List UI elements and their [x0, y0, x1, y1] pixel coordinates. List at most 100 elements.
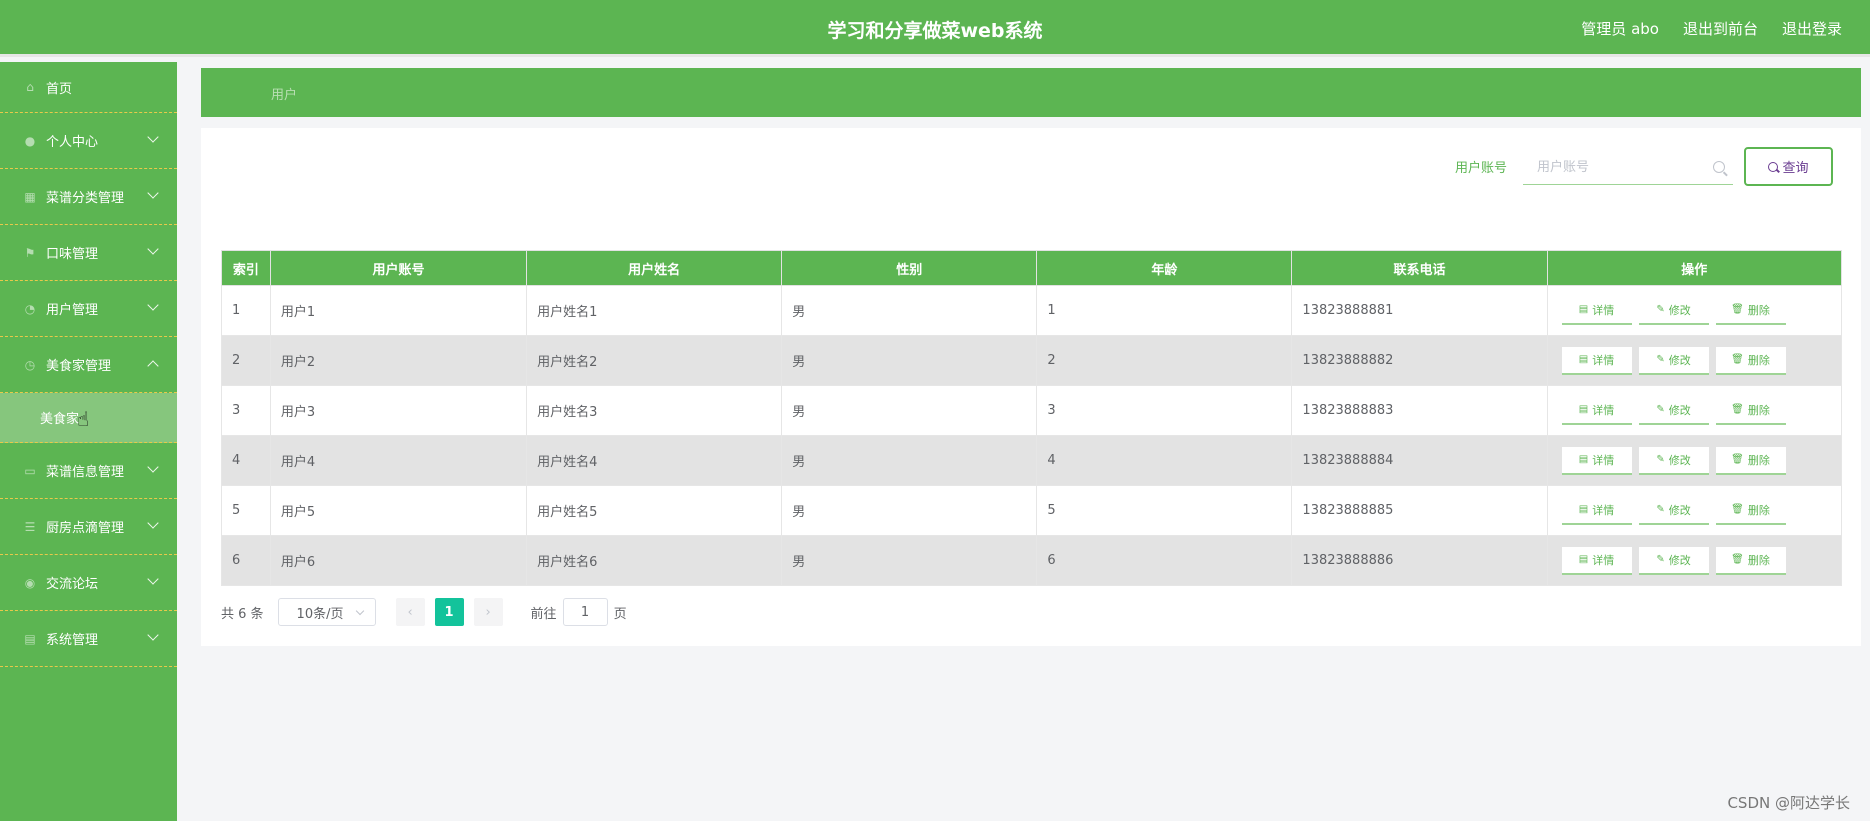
trash-icon: 🗑	[1731, 404, 1744, 415]
table-cell: 1	[221, 285, 271, 336]
delete-button[interactable]: 🗑 删除	[1715, 346, 1786, 375]
row-actions: ▤ 详情 ✎ 修改 🗑 删除	[1558, 296, 1841, 325]
row-actions: ▤ 详情 ✎ 修改 🗑 删除	[1558, 396, 1841, 425]
delete-button[interactable]: 🗑 删除	[1715, 446, 1786, 475]
detail-button-label: 详情	[1592, 303, 1615, 317]
detail-button[interactable]: ▤ 详情	[1561, 346, 1632, 375]
row-actions: ▤ 详情 ✎ 修改 🗑 删除	[1558, 346, 1841, 375]
table-cell: 用户5	[269, 485, 528, 536]
next-page-button[interactable]: ›	[473, 598, 503, 626]
detail-button[interactable]: ▤ 详情	[1561, 496, 1632, 525]
sidebar-item-home[interactable]: ⌂ 首页	[0, 62, 177, 113]
detail-button-label: 详情	[1592, 503, 1615, 517]
detail-button-label: 详情	[1592, 353, 1615, 367]
table-cell: 5	[221, 485, 271, 536]
sidebar-item-taste[interactable]: ⚑ 口味管理	[0, 225, 177, 281]
detail-button-label: 详情	[1592, 453, 1615, 467]
column-header: 用户账号	[269, 250, 528, 286]
delete-button[interactable]: 🗑 删除	[1715, 546, 1786, 575]
sidebar-item-recipe-info[interactable]: ▭ 菜谱信息管理	[0, 443, 177, 499]
detail-button[interactable]: ▤ 详情	[1561, 546, 1632, 575]
column-header: 用户姓名	[526, 250, 783, 286]
table-cell-actions: ▤ 详情 ✎ 修改 🗑 删除	[1546, 335, 1843, 386]
delete-button[interactable]: 🗑 删除	[1715, 496, 1786, 525]
query-button[interactable]: 查询	[1744, 147, 1833, 186]
row-actions: ▤ 详情 ✎ 修改 🗑 删除	[1558, 446, 1841, 475]
sidebar-item-label: 首页	[46, 81, 73, 97]
goto-suffix: 页	[613, 606, 627, 622]
delete-button-label: 删除	[1747, 553, 1770, 567]
edit-icon: ✎	[1656, 554, 1665, 565]
table-cell: 用户姓名1	[526, 285, 783, 336]
detail-button[interactable]: ▤ 详情	[1561, 446, 1632, 475]
table-cell: 4	[221, 435, 271, 486]
chat-icon: ◉	[24, 575, 36, 590]
column-header: 索引	[221, 250, 271, 286]
logout-link[interactable]: 退出登录	[1782, 18, 1842, 39]
chevron-down-icon	[147, 243, 159, 255]
goto-page-input[interactable]	[562, 598, 608, 626]
chevron-down-icon	[147, 299, 159, 311]
column-header: 性别	[781, 250, 1038, 286]
sidebar-item-gourmet-management[interactable]: ◷ 美食家管理	[0, 337, 177, 393]
sidebar-item-user-management[interactable]: ◔ 用户管理	[0, 281, 177, 337]
breadcrumb-current: 用户	[271, 88, 298, 103]
table-cell-actions: ▤ 详情 ✎ 修改 🗑 删除	[1546, 435, 1843, 486]
trash-icon: 🗑	[1731, 454, 1744, 465]
edit-button-label: 修改	[1668, 453, 1691, 467]
edit-button[interactable]: ✎ 修改	[1638, 546, 1709, 575]
table-cell: 男	[781, 335, 1038, 386]
sidebar-item-label: 口味管理	[46, 247, 99, 262]
home-icon: ⌂	[26, 80, 34, 94]
sidebar-item-personal-center[interactable]: ● 个人中心	[0, 113, 177, 169]
edit-icon: ✎	[1656, 404, 1665, 415]
sidebar-item-recipe-category[interactable]: ▦ 菜谱分类管理	[0, 169, 177, 225]
edit-button[interactable]: ✎ 修改	[1638, 346, 1709, 375]
table-cell: 用户1	[269, 285, 528, 336]
row-actions: ▤ 详情 ✎ 修改 🗑 删除	[1558, 546, 1841, 575]
edit-button[interactable]: ✎ 修改	[1638, 296, 1709, 325]
edit-icon: ✎	[1656, 454, 1665, 465]
delete-button[interactable]: 🗑 删除	[1715, 296, 1786, 325]
page-size-select[interactable]: 10条/页	[277, 598, 376, 626]
table-cell: 男	[781, 485, 1038, 536]
table-cell: 13823888884	[1291, 435, 1548, 486]
grid-icon: ▦	[24, 189, 36, 204]
doc-icon: ▤	[1578, 354, 1589, 365]
edit-button[interactable]: ✎ 修改	[1638, 496, 1709, 525]
edit-button-label: 修改	[1668, 503, 1691, 517]
sidebar-item-label: 用户管理	[46, 303, 99, 318]
edit-button[interactable]: ✎ 修改	[1638, 446, 1709, 475]
detail-button[interactable]: ▤ 详情	[1561, 296, 1632, 325]
prev-page-button[interactable]: ‹	[395, 598, 425, 626]
sidebar-item-system[interactable]: ▤ 系统管理	[0, 611, 177, 667]
table-cell: 1	[1036, 285, 1293, 336]
chevron-down-icon	[147, 461, 159, 473]
delete-button-label: 删除	[1747, 303, 1770, 317]
doc-icon: ▭	[24, 463, 36, 478]
main-panel: 用户账号 查询 索引 用户账号 用户姓名 性别 年龄 联系电话 操作 1用户1用…	[201, 128, 1861, 646]
sidebar-subitem-label: 美食家	[40, 412, 80, 427]
exit-to-front-link[interactable]: 退出到前台	[1683, 18, 1758, 39]
table-row: 3 用户3 用户姓名3 男 3 13823888883 ▤ 详情 ✎ 修改 🗑 删除	[221, 385, 1843, 436]
sidebar-subitem-gourmet[interactable]: 美食家 ☝	[0, 393, 177, 443]
table-cell-actions: ▤ 详情 ✎ 修改 🗑 删除	[1546, 285, 1843, 336]
edit-button[interactable]: ✎ 修改	[1638, 396, 1709, 425]
sidebar-item-kitchen-tips[interactable]: ☰ 厨房点滴管理	[0, 499, 177, 555]
table-cell: 用户姓名3	[526, 385, 783, 436]
table-cell: 用户姓名4	[526, 435, 783, 486]
detail-button[interactable]: ▤ 详情	[1561, 396, 1632, 425]
table-cell-actions: ▤ 详情 ✎ 修改 🗑 删除	[1546, 485, 1843, 536]
watermark: CSDN @阿达学长	[1727, 794, 1850, 812]
table-header-row: 索引 用户账号 用户姓名 性别 年龄 联系电话 操作	[221, 250, 1843, 286]
flag-icon: ⚑	[24, 245, 36, 260]
chevron-down-icon	[147, 517, 159, 529]
delete-button[interactable]: 🗑 删除	[1715, 396, 1786, 425]
sidebar-item-forum[interactable]: ◉ 交流论坛	[0, 555, 177, 611]
table-row: 1 用户1 用户姓名1 男 1 13823888881 ▤ 详情 ✎ 修改 🗑 删除	[221, 285, 1843, 336]
edit-button-label: 修改	[1668, 403, 1691, 417]
table-cell: 3	[1036, 385, 1293, 436]
trash-icon: 🗑	[1731, 354, 1744, 365]
page-number-button[interactable]: 1	[434, 598, 464, 626]
search-input[interactable]	[1523, 151, 1703, 183]
